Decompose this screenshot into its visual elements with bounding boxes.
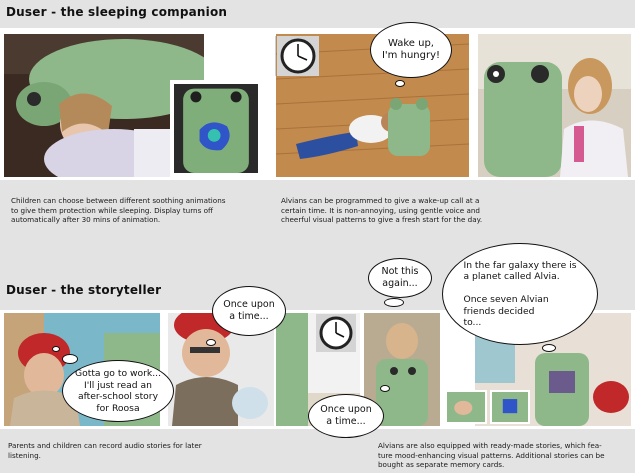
speech-bubble-galaxy-story: In the far galaxy there is a planet call…: [442, 243, 598, 345]
wall-clock-icon: [277, 36, 319, 76]
wall-clock-icon: [316, 314, 356, 352]
speech-bubble-tail: [384, 298, 404, 307]
caption-sleeping-animations: Children can choose between different so…: [11, 196, 226, 224]
speech-bubble-go-to-work: Gotta go to work... I'll just read an af…: [62, 360, 174, 422]
photo-plush-display: [170, 80, 262, 177]
caption-wake-up-call: Alvians can be programmed to give a wake…: [281, 196, 483, 224]
section-title-sleeping: Duser - the sleeping companion: [6, 5, 228, 19]
speech-bubble-once-upon-2: Once upon a time...: [308, 394, 384, 438]
speech-bubble-tail: [395, 80, 405, 87]
speech-bubble-tail: [380, 385, 390, 392]
speech-bubble-wake-up: Wake up, I'm hungry!: [370, 22, 452, 78]
photo-child-hugging-plush: [478, 34, 631, 177]
caption-ready-made-stories: Alvians are also equipped with ready-mad…: [378, 441, 605, 469]
photo-memory-card-insert: [445, 390, 487, 424]
section-title-storyteller: Duser - the storyteller: [6, 283, 162, 297]
speech-bubble-tail: [206, 339, 216, 346]
caption-record-stories: Parents and children can record audio st…: [8, 441, 202, 460]
speech-bubble-tail: [542, 344, 556, 352]
speech-bubble-once-upon-1: Once upon a time...: [212, 286, 286, 336]
photo-memory-card-blue: [490, 390, 530, 424]
speech-bubble-tail: [62, 354, 78, 364]
speech-bubble-not-this-again: Not this again...: [368, 258, 432, 298]
speech-bubble-tail: [52, 346, 60, 352]
